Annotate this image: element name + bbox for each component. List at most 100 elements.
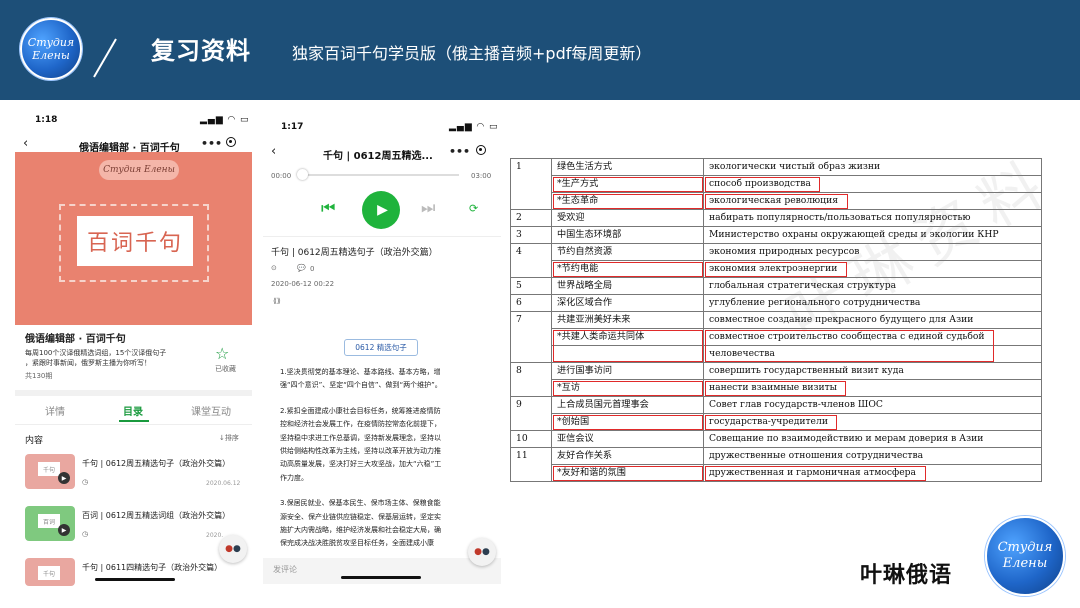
paragraph-1: 1.坚决贯彻党的基本理论、基本路线、基本方略，增 强“四个意识”、坚定“四个自信… bbox=[280, 366, 498, 393]
russian-term: углубление регионального сотрудничества bbox=[703, 294, 1042, 312]
star-icon[interactable]: ☆ bbox=[215, 344, 229, 363]
progress-track[interactable] bbox=[301, 174, 459, 176]
russian-term: набирать популярность/пользоваться попул… bbox=[703, 209, 1042, 227]
row-number: 3 bbox=[510, 226, 552, 244]
russian-term: совместное создание прекрасного будущего… bbox=[703, 311, 1042, 329]
line: 保完成决战决胜脱贫攻坚目标任务，全面建成小康 bbox=[280, 539, 434, 548]
article-title: 千句 | 0612周五精选句子（政治外交篇） bbox=[271, 248, 438, 258]
list-item[interactable]: 百词 ▶ 百词 | 0612周五精选词组（政治外交篇） ◷ 2020. bbox=[25, 506, 245, 546]
item-date: 2020. bbox=[206, 532, 224, 539]
brand-name: 叶琳俄语 bbox=[860, 563, 953, 588]
thumb-label: 百词 bbox=[38, 514, 60, 528]
prev-icon[interactable]: ⏮ bbox=[321, 198, 335, 218]
comment-bar: 发评论 bbox=[263, 558, 501, 584]
logo-text-1: Cmyдия bbox=[27, 36, 75, 49]
studio-logo: Cmyдия Eлены bbox=[20, 18, 82, 80]
list-item[interactable]: 千句 千句 | 0611四精选句子（政治外交篇） bbox=[25, 558, 245, 586]
article-body: 1.坚决贯彻党的基本理论、基本路线、基本方略，增 强“四个意识”、坚定“四个自信… bbox=[280, 366, 498, 551]
chinese-term: 受欢迎 bbox=[551, 209, 704, 227]
table-row: 9 上合成员国元首理事会 Совет глав государств-членов … bbox=[510, 396, 1042, 431]
chinese-term: 亚信会议 bbox=[551, 430, 704, 448]
row-number: 4 bbox=[510, 243, 552, 278]
back-arrow-icon[interactable]: ‹ bbox=[23, 136, 28, 151]
logo-text-2: Eлены bbox=[1002, 556, 1048, 571]
fav-label: 已收藏 bbox=[215, 365, 236, 373]
chinese-term: 进行国事访问 bbox=[551, 362, 704, 380]
phone-screenshot-album: 1:18 ▂▄▆ ◠ ▭ ‹ 俄语编辑部 · 百词千句 ••• Студия Е… bbox=[15, 108, 252, 586]
row-number: 8 bbox=[510, 362, 552, 397]
back-arrow-icon[interactable]: ‹ bbox=[271, 144, 276, 159]
comment-count: 0 bbox=[310, 265, 315, 273]
close-target-icon[interactable] bbox=[226, 137, 236, 147]
highlight-box bbox=[552, 329, 703, 362]
link-icon[interactable]: ⟪⟫ bbox=[273, 297, 281, 305]
floating-avatar-icon[interactable]: ● ● bbox=[219, 535, 247, 563]
floating-avatar-icon[interactable]: ● ● bbox=[468, 538, 496, 566]
highlight-box bbox=[704, 193, 848, 209]
album-desc-2: ，紧跟时事新闻，俄罗斯主播为你听写！ bbox=[25, 359, 151, 367]
table-row: 2 受欢迎 набирать популярность/пользоваться п… bbox=[510, 209, 1042, 227]
album-cover: Студия Елены 百词千句 bbox=[15, 152, 252, 325]
russian-term: Министерство охраны окружающей среды и э… bbox=[703, 226, 1042, 244]
line: 坚持稳中求进工作总基调，坚持新发展理念，坚持以 bbox=[280, 433, 441, 442]
highlight-box bbox=[552, 465, 703, 481]
status-icons: ▂▄▆ ◠ ▭ bbox=[200, 115, 250, 125]
divider bbox=[15, 390, 252, 396]
tab-details[interactable]: 详情 bbox=[45, 403, 65, 418]
status-time: 1:17 bbox=[281, 122, 304, 132]
album-count: 共130期 bbox=[25, 372, 53, 380]
list-item[interactable]: 千句 ▶ 千句 | 0612周五精选句子（政治外交篇） ◷ 2020.06.12 bbox=[25, 454, 245, 494]
thumb-label: 千句 bbox=[38, 462, 60, 476]
russian-term: Совещание по взаимодействию и мерам дове… bbox=[703, 430, 1042, 448]
chinese-term: 友好合作关系 bbox=[551, 447, 704, 465]
more-icon[interactable]: ••• bbox=[201, 137, 222, 150]
row-number: 11 bbox=[510, 447, 552, 482]
russian-term: глобальная стратегическая структура bbox=[703, 277, 1042, 295]
time-end: 03:00 bbox=[471, 172, 492, 180]
more-icon[interactable]: ••• bbox=[449, 145, 470, 158]
logo-text-1: Cmyдия bbox=[997, 540, 1053, 555]
highlight-box bbox=[552, 380, 703, 396]
divider bbox=[15, 424, 252, 425]
play-icon[interactable]: ▶ bbox=[58, 524, 70, 536]
comment-input[interactable]: 发评论 bbox=[273, 564, 297, 575]
item-thumb: 百词 ▶ bbox=[25, 506, 75, 541]
chinese-term: 上合成员国元首理事会 bbox=[551, 396, 704, 414]
item-thumb: 千句 ▶ bbox=[25, 454, 75, 489]
line: 作力度。 bbox=[280, 473, 308, 482]
home-indicator bbox=[95, 578, 175, 581]
page-title: 复习资料 bbox=[151, 37, 251, 65]
row-number: 6 bbox=[510, 294, 552, 312]
russian-term: дружественные отношения сотрудничества bbox=[703, 447, 1042, 465]
play-button[interactable]: ▶ bbox=[362, 191, 400, 229]
line: 动高质量发展，坚决打好三大攻坚战，加大“六稳”工 bbox=[280, 460, 442, 469]
row-number: 5 bbox=[510, 277, 552, 295]
paragraph-2: 2.紧扣全面建成小康社会目标任务，统筹推进疫情防 控和经济社会发展工作，在疫情防… bbox=[280, 405, 498, 485]
page-subtitle: 独家百词千句学员版（俄主播音频+pdf每周更新） bbox=[292, 44, 652, 63]
play-icon[interactable]: ▶ bbox=[58, 472, 70, 484]
tab-catalog[interactable]: 目录 bbox=[123, 403, 143, 418]
russian-term: Совет глав государств-членов ШОС bbox=[703, 396, 1042, 414]
table-row: 10 亚信会议 Совещание по взаимодействию и мера… bbox=[510, 430, 1042, 448]
highlight-box bbox=[552, 414, 703, 430]
chinese-term: 中国生态环境部 bbox=[551, 226, 704, 244]
table-row: 5 世界战略全局 глобальная стратегическая структу… bbox=[510, 277, 1042, 295]
loop-icon[interactable]: ⟳ bbox=[469, 202, 478, 215]
close-target-icon[interactable] bbox=[476, 145, 486, 155]
tab-interaction[interactable]: 课堂互动 bbox=[191, 403, 231, 418]
status-icons: ▂▄▆ ◠ ▭ bbox=[449, 122, 499, 132]
section-label: 内容 bbox=[25, 436, 44, 446]
next-icon[interactable]: ⏭ bbox=[421, 198, 435, 218]
russian-term: совершить государственный визит куда bbox=[703, 362, 1042, 380]
highlight-box bbox=[704, 414, 838, 430]
logo-text-2: Eлены bbox=[32, 49, 70, 62]
progress-handle[interactable] bbox=[297, 169, 308, 180]
chinese-term: 绿色生活方式 bbox=[551, 158, 704, 176]
highlight-box bbox=[552, 176, 703, 192]
clock-icon: ◷ bbox=[82, 478, 89, 486]
line: 2.紧扣全面建成小康社会目标任务，统筹推进疫情防 bbox=[280, 406, 441, 415]
sort-button[interactable]: ↓排序 bbox=[219, 433, 239, 443]
play-count-icon: ⊙ bbox=[271, 264, 277, 272]
table-row: 7 共建亚洲美好未来 совместное создание прекрасного… bbox=[510, 311, 1042, 363]
comment-icon[interactable]: 💬 bbox=[297, 264, 306, 272]
